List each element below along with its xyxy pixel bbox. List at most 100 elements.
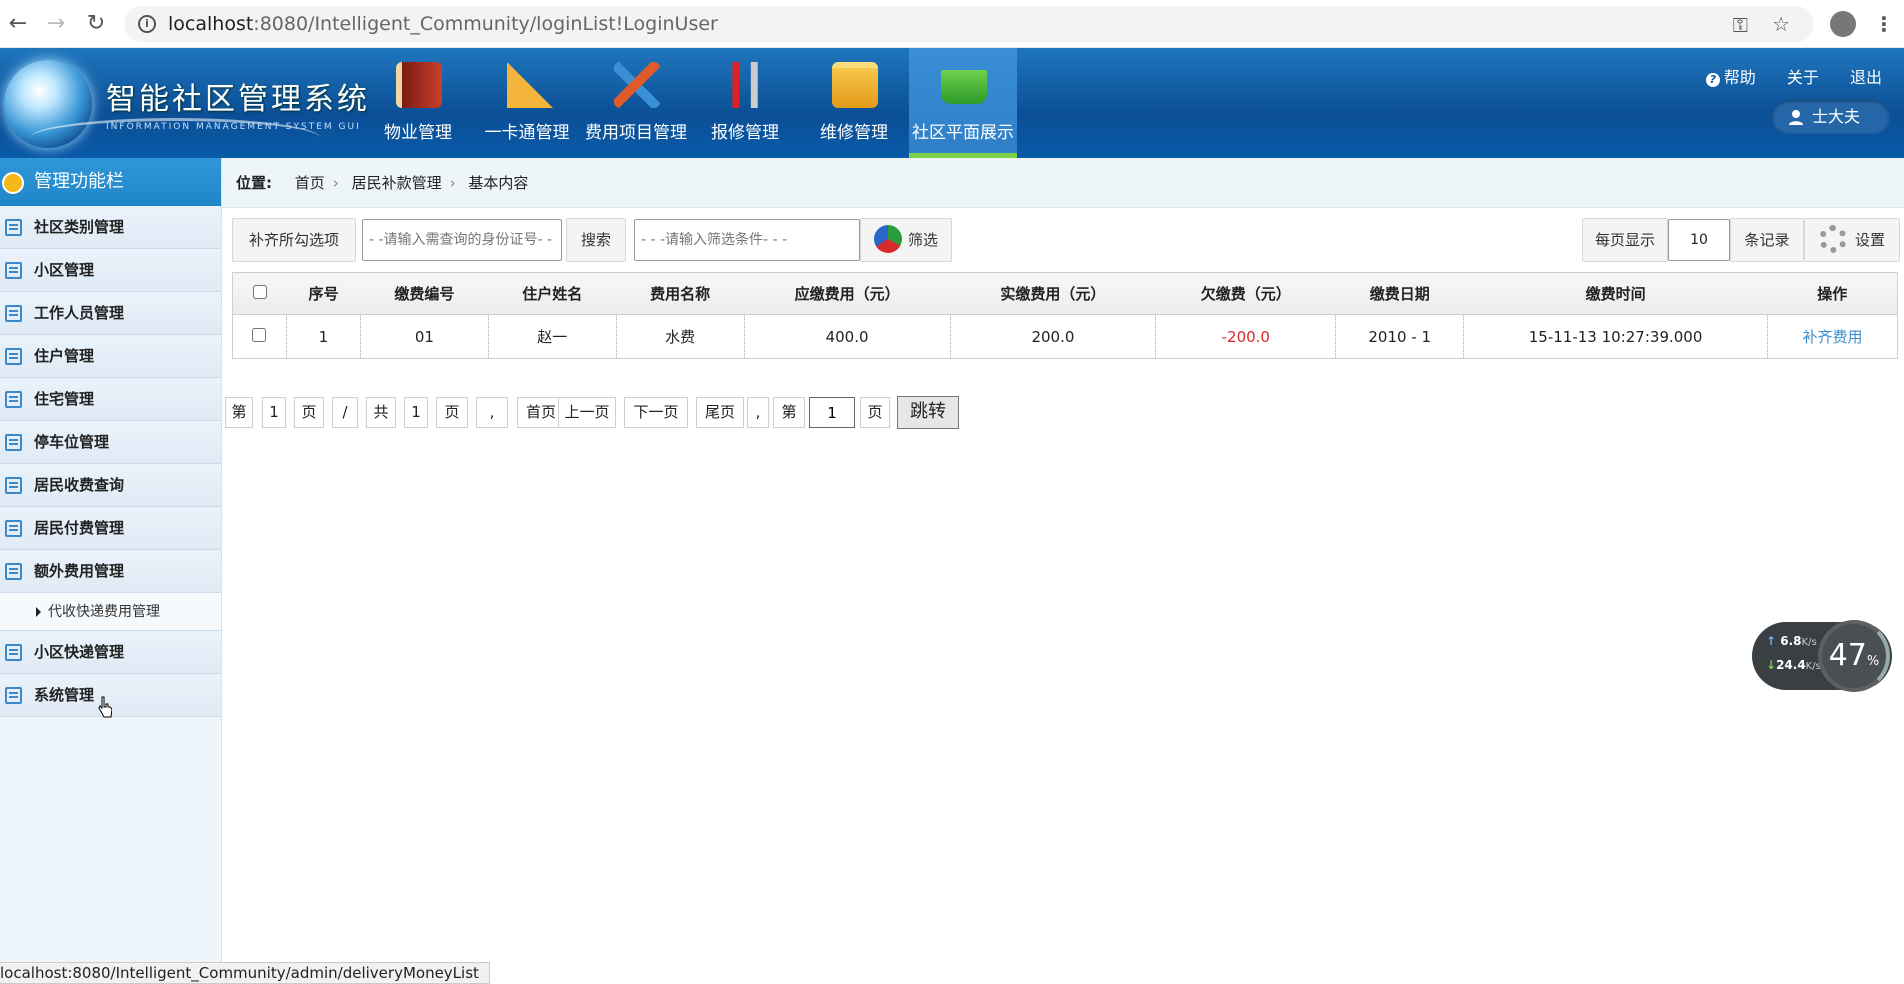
calendar-icon <box>5 687 22 704</box>
help-label: 帮助 <box>1723 68 1756 87</box>
about-link[interactable]: 关于 <box>1787 68 1819 87</box>
user-icon <box>1789 110 1803 125</box>
book-icon <box>396 62 442 108</box>
sidebar-subitem-delivery-fee[interactable]: 代收快递费用管理 <box>0 593 221 631</box>
pager-text: / <box>332 397 358 428</box>
module-community-map[interactable]: 社区平面展示 <box>909 48 1017 158</box>
column-header[interactable]: 缴费时间 <box>1463 272 1768 315</box>
sidebar-item-residents[interactable]: 住户管理 <box>0 335 221 378</box>
sidebar-item-payment[interactable]: 居民付费管理 <box>0 507 221 550</box>
breadcrumb-current: 基本内容 <box>468 174 529 192</box>
reload-icon[interactable]: ↻ <box>82 10 110 38</box>
user-name: 士大夫 <box>1812 107 1861 126</box>
search-button[interactable]: 搜索 <box>566 218 626 262</box>
upload-arrow-icon: ↑ <box>1766 634 1777 648</box>
module-card[interactable]: 一卡通管理 <box>473 48 581 158</box>
cell-name: 赵一 <box>488 314 617 359</box>
help-icon: ? <box>1705 73 1720 87</box>
star-icon[interactable]: ☆ <box>1772 12 1790 36</box>
sidebar-item-housing[interactable]: 住宅管理 <box>0 378 221 421</box>
sidebar: 管理功能栏 社区类别管理 小区管理 工作人员管理 住户管理 住宅管理 停车位管理… <box>0 158 222 984</box>
folder-download-icon <box>832 62 878 108</box>
module-label: 费用项目管理 <box>585 123 687 143</box>
sidebar-item-label: 小区快递管理 <box>34 643 125 661</box>
network-speed-widget[interactable]: ↑ 6.8K/s ↓24.4K/s 47% <box>1752 620 1892 692</box>
records-label: 条记录 <box>1730 218 1804 262</box>
filter-input[interactable] <box>634 219 860 261</box>
url-text[interactable]: localhost:8080/Intelligent_Community/log… <box>168 13 718 35</box>
sidebar-item-label: 停车位管理 <box>34 433 110 451</box>
fill-fee-link[interactable]: 补齐费用 <box>1767 314 1898 359</box>
user-badge[interactable]: 士大夫 <box>1772 100 1890 134</box>
fill-selected-button[interactable]: 补齐所勾选项 <box>232 218 356 262</box>
sidebar-item-label: 系统管理 <box>34 686 95 704</box>
back-icon[interactable]: ← <box>4 10 32 38</box>
module-property[interactable]: 物业管理 <box>364 48 472 158</box>
column-header[interactable]: 应缴费用（元） <box>744 272 950 315</box>
sidebar-item-label: 工作人员管理 <box>34 304 125 322</box>
sidebar-item-fee-query[interactable]: 居民收费查询 <box>0 464 221 507</box>
sidebar-item-label: 住宅管理 <box>34 390 95 408</box>
cpu-usage-gauge: 47% <box>1818 620 1890 692</box>
chevron-right-icon: › <box>449 174 456 192</box>
tools-icon <box>723 62 769 108</box>
collapse-icon <box>2 172 24 194</box>
cell-time: 15-11-13 10:27:39.000 <box>1463 314 1768 359</box>
module-label: 社区平面展示 <box>912 123 1014 143</box>
download-value: 24.4 <box>1776 658 1806 672</box>
key-icon[interactable]: ⚿ <box>1733 13 1748 37</box>
sidebar-item-extra-fees[interactable]: 额外费用管理 <box>0 550 221 593</box>
settings-button[interactable]: 设置 <box>1804 218 1900 262</box>
site-info-icon[interactable]: i <box>138 15 156 33</box>
next-page-button[interactable]: 下一页 <box>624 397 688 428</box>
profile-icon[interactable] <box>1830 11 1856 37</box>
sidebar-item-parking[interactable]: 停车位管理 <box>0 421 221 464</box>
column-header[interactable]: 序号 <box>286 272 361 315</box>
sidebar-item-staff[interactable]: 工作人员管理 <box>0 292 221 335</box>
column-header[interactable]: 费用名称 <box>616 272 745 315</box>
pager-text: 页 <box>436 397 468 428</box>
module-repair-report[interactable]: 报修管理 <box>691 48 799 158</box>
sidebar-item-residential-area[interactable]: 小区管理 <box>0 249 221 292</box>
per-page-input[interactable] <box>1668 219 1730 261</box>
table-header-row: 序号 缴费编号 住户姓名 费用名称 应缴费用（元） 实缴费用（元） 欠缴费（元）… <box>232 272 1898 315</box>
logout-link[interactable]: 退出 <box>1850 68 1882 87</box>
last-page-button[interactable]: 尾页 <box>696 397 744 428</box>
pager-current-page: 1 <box>262 397 286 428</box>
module-fee-items[interactable]: 费用项目管理 <box>582 48 690 158</box>
module-maintenance[interactable]: 维修管理 <box>800 48 908 158</box>
sidebar-title[interactable]: 管理功能栏 <box>0 158 221 206</box>
prev-page-button[interactable]: 上一页 <box>558 397 616 428</box>
help-link[interactable]: ? 帮助 <box>1705 68 1756 87</box>
app-subtitle: INFORMATION MANAGEMENT SYSTEM GUI <box>106 122 361 132</box>
sidebar-item-label: 额外费用管理 <box>34 562 125 580</box>
select-all-checkbox[interactable] <box>252 284 267 299</box>
id-search-input[interactable] <box>362 219 562 261</box>
breadcrumb-section[interactable]: 居民补款管理 <box>352 174 442 192</box>
pager-text: 第 <box>225 397 253 428</box>
column-header[interactable]: 缴费日期 <box>1335 272 1464 315</box>
sidebar-item-delivery[interactable]: 小区快递管理 <box>0 631 221 674</box>
filter-button[interactable]: 筛选 <box>860 218 952 262</box>
pager-total-pages: 1 <box>404 397 428 428</box>
pie-chart-icon <box>873 225 902 253</box>
sidebar-title-label: 管理功能栏 <box>34 171 124 192</box>
page-number-input[interactable] <box>809 397 855 428</box>
percent-sign: % <box>1866 654 1880 669</box>
breadcrumb-home[interactable]: 首页 <box>295 174 325 192</box>
column-header[interactable]: 实缴费用（元） <box>950 272 1156 315</box>
sidebar-item-community-category[interactable]: 社区类别管理 <box>0 206 221 249</box>
column-header[interactable]: 欠缴费（元） <box>1155 272 1336 315</box>
column-header[interactable]: 缴费编号 <box>360 272 489 315</box>
jump-button[interactable]: 跳转 <box>897 396 959 429</box>
payment-table: 序号 缴费编号 住户姓名 费用名称 应缴费用（元） 实缴费用（元） 欠缴费（元）… <box>232 272 1898 359</box>
row-select-cell <box>232 314 287 359</box>
usage-percent: 47 <box>1828 638 1867 673</box>
menu-dots-icon[interactable]: ⋮ <box>1874 12 1894 36</box>
address-bar[interactable]: i localhost:8080/Intelligent_Community/l… <box>124 6 1814 42</box>
settings-label: 设置 <box>1854 231 1885 249</box>
row-checkbox[interactable] <box>252 327 267 342</box>
column-header[interactable]: 住户姓名 <box>488 272 617 315</box>
sidebar-item-label: 社区类别管理 <box>34 218 125 236</box>
forward-icon[interactable]: → <box>42 10 70 38</box>
